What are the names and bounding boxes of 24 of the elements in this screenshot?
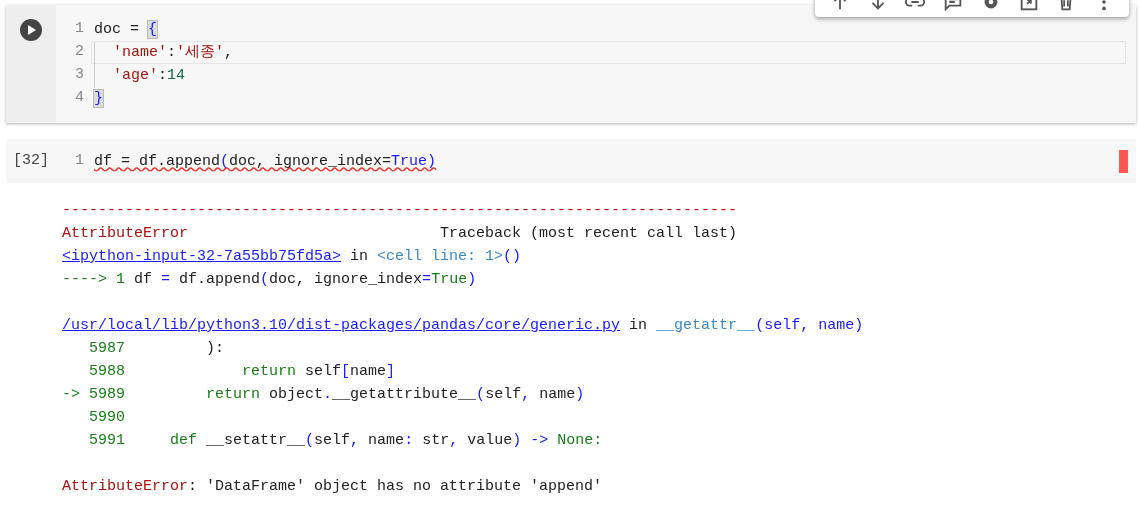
traceback-text: AttributeError: 'DataFrame' object has no attribute 'append': [62, 477, 603, 497]
line-number: 3: [74, 65, 85, 86]
code-line: df = df.append(doc, ignore_index=True): [93, 152, 438, 172]
code-line: 'age':14: [91, 64, 1126, 87]
traceback-text: 5987 ):: [88, 339, 225, 359]
traceback-text: ---------------------------------------------------------------------------: [62, 201, 738, 221]
traceback-text: in <cell line: 1>(): [350, 247, 522, 267]
line-number: 1: [74, 19, 85, 40]
traceback-text: in __getattr__(self, name): [629, 316, 864, 336]
error-marker: [1119, 150, 1128, 173]
file-link[interactable]: <ipython-input-32-7a55bb75fd5a>: [62, 245, 342, 268]
traceback-text: -> 5989 return object.__getattribute__(self, name): [62, 385, 585, 405]
traceback-text: ----> 1 df = df.append(doc, ignore_index=True): [62, 270, 477, 290]
traceback-text: 5991 def __setattr__(self, name: str, value) -> None:: [88, 431, 603, 451]
line-number: 1: [74, 151, 85, 172]
execution-count: [32]: [13, 151, 49, 171]
file-link[interactable]: /usr/local/lib/python3.10/dist-packages/pandas/core/generic.py: [62, 314, 621, 337]
traceback-text: 5988 return self[name]: [88, 362, 396, 382]
line-number: 2: [74, 42, 85, 63]
traceback-text: AttributeError Traceback (most recent call last): [62, 224, 738, 244]
run-button[interactable]: [19, 18, 43, 42]
traceback-text: 5990: [88, 408, 125, 428]
code-line: doc = {: [93, 20, 159, 40]
line-number: 4: [74, 88, 85, 109]
